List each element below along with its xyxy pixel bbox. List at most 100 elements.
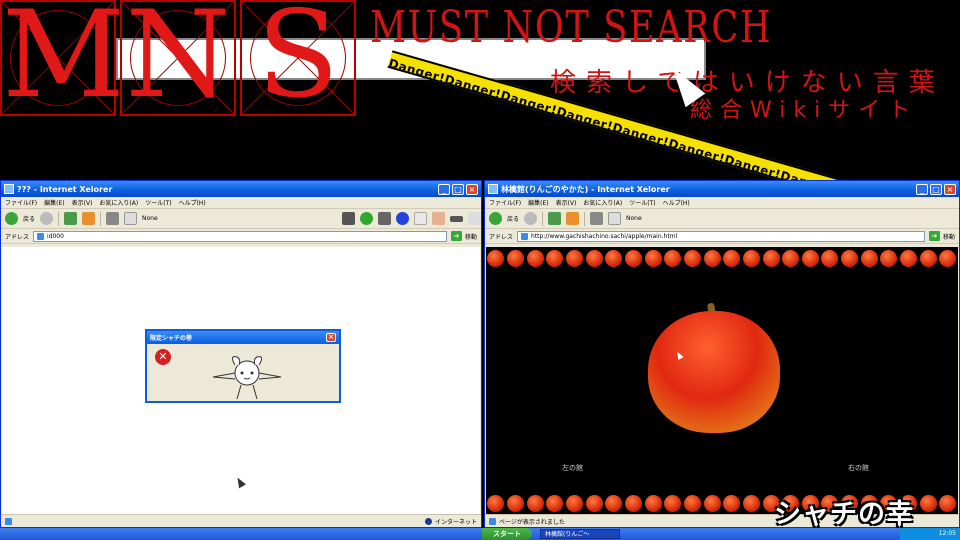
apple-icon — [664, 249, 682, 267]
apple-icon — [605, 249, 623, 267]
menu-edit[interactable]: 編集(E) — [44, 198, 64, 207]
menu-help[interactable]: ヘルプ(H) — [179, 198, 206, 207]
menu-bar: ファイル(F) 編集(E) 表示(V) お気に入り(A) ツール(T) ヘルプ(… — [1, 197, 481, 209]
back-button-label[interactable]: 戻る — [23, 214, 35, 223]
logo-letter-m: M — [2, 0, 125, 125]
maximize-button[interactable]: □ — [930, 183, 942, 195]
pen-icon[interactable] — [590, 212, 604, 225]
figure-icon[interactable] — [432, 212, 445, 225]
blank-icon[interactable] — [468, 212, 481, 225]
toolbar: 戻る None — [1, 209, 481, 229]
apple-icon — [801, 249, 819, 267]
menu-tools[interactable]: ツール(T) — [145, 198, 171, 207]
apple-icon — [860, 249, 878, 267]
taskbar-item[interactable]: 林檎館(りんご～ — [540, 529, 620, 539]
green-ball-icon[interactable] — [360, 212, 373, 225]
banner-subtitle-2: 総合Wikiサイト — [690, 98, 919, 123]
address-input[interactable]: http://www.gachishachino.sachi/apple/mai… — [517, 230, 925, 242]
page-icon — [37, 232, 45, 240]
address-value: http://www.gachishachino.sachi/apple/mai… — [531, 232, 678, 240]
right-hall-link[interactable]: 右の館 — [848, 463, 869, 473]
ie-icon — [488, 184, 498, 194]
refresh-icon[interactable] — [548, 212, 562, 225]
apple-icon — [546, 494, 564, 512]
dialog-close-button[interactable]: × — [326, 333, 336, 342]
go-button[interactable]: ➔ 移動 — [450, 231, 477, 241]
menu-view[interactable]: 表示(V) — [72, 198, 93, 207]
key-icon[interactable] — [342, 212, 355, 225]
left-hall-link[interactable]: 左の館 — [562, 463, 583, 473]
logo-letter-n: N — [125, 0, 231, 125]
address-bar: アドレス http://www.gachishachino.sachi/appl… — [485, 229, 959, 244]
apple-icon — [506, 249, 524, 267]
toolbar: 戻る None — [485, 209, 959, 229]
play-icon[interactable] — [414, 212, 427, 225]
address-value: id000 — [47, 232, 64, 240]
home-icon[interactable] — [82, 212, 96, 225]
back-button-label[interactable]: 戻る — [507, 214, 519, 223]
orca-girl-mascot-image — [212, 356, 282, 400]
apple-icon — [624, 249, 642, 267]
home-icon[interactable] — [566, 212, 580, 225]
apple-icon — [664, 494, 682, 512]
window-title: 林檎館(りんごのやかた) - Internet Xelorer — [501, 184, 670, 194]
go-label: 移動 — [464, 233, 477, 241]
logo-letter-s: S — [256, 0, 340, 125]
mouse-cursor-icon — [234, 475, 246, 489]
logo-tile-s: S — [240, 0, 356, 116]
apple-icon — [585, 494, 603, 512]
go-label: 移動 — [942, 233, 955, 241]
none-label: None — [626, 215, 642, 222]
page-content: 限定シャチの巻 × ✕ — [2, 247, 480, 514]
menu-favorites[interactable]: お気に入り(A) — [99, 198, 138, 207]
apple-icon — [644, 494, 662, 512]
forward-arrow-icon[interactable] — [40, 212, 54, 225]
dialog-title: 限定シャチの巻 — [150, 335, 193, 342]
maximize-button[interactable]: □ — [452, 183, 464, 195]
forward-arrow-icon[interactable] — [524, 212, 538, 225]
channel-watermark: シャチの幸 — [774, 499, 914, 530]
question-icon[interactable] — [124, 212, 138, 225]
close-button[interactable]: × — [944, 183, 956, 195]
mns-banner: M N S MUST NOT SEARCH 検索してはいけない言葉 総合Wiki… — [0, 0, 960, 180]
title-bar[interactable]: 林檎館(りんごのやかた) - Internet Xelorer _ □ × — [485, 181, 959, 197]
menu-help[interactable]: ヘルプ(H) — [663, 198, 690, 207]
menu-edit[interactable]: 編集(E) — [528, 198, 548, 207]
menu-favorites[interactable]: お気に入り(A) — [583, 198, 622, 207]
big-apple-image[interactable] — [648, 311, 780, 433]
logo-tile-n: N — [120, 0, 236, 116]
tool-icon[interactable] — [378, 212, 391, 225]
dialog-title-bar[interactable]: 限定シャチの巻 × — [147, 331, 339, 344]
apple-icon — [723, 249, 741, 267]
apple-icon — [487, 249, 505, 267]
address-input[interactable]: id000 — [33, 230, 447, 242]
menu-file[interactable]: ファイル(F) — [489, 198, 521, 207]
title-bar[interactable]: ??? - Internet Xelorer _ □ × — [1, 181, 481, 197]
apple-icon — [900, 249, 918, 267]
apple-icon — [683, 249, 701, 267]
menu-view[interactable]: 表示(V) — [556, 198, 577, 207]
blue-smiley-icon[interactable] — [396, 212, 409, 225]
start-button[interactable]: スタート — [482, 528, 532, 540]
minimize-button[interactable]: _ — [916, 183, 928, 195]
address-label: アドレス — [5, 233, 30, 241]
close-button[interactable]: × — [466, 183, 478, 195]
pen-icon[interactable] — [106, 212, 120, 225]
menu-file[interactable]: ファイル(F) — [5, 198, 37, 207]
apple-icon — [506, 494, 524, 512]
minimize-button[interactable]: _ — [438, 183, 450, 195]
apple-icon — [526, 249, 544, 267]
page-content: 左の館 右の館 — [486, 247, 958, 514]
back-arrow-icon[interactable] — [489, 212, 502, 225]
go-button[interactable]: ➔ 移動 — [928, 231, 955, 241]
question-icon[interactable] — [608, 212, 622, 225]
bar-icon[interactable] — [450, 215, 463, 222]
menu-tools[interactable]: ツール(T) — [629, 198, 655, 207]
apple-icon — [742, 249, 760, 267]
refresh-icon[interactable] — [64, 212, 78, 225]
back-arrow-icon[interactable] — [5, 212, 18, 225]
apple-icon — [585, 249, 603, 267]
apple-icon — [742, 494, 760, 512]
globe-icon — [424, 517, 432, 525]
apple-icon — [624, 494, 642, 512]
